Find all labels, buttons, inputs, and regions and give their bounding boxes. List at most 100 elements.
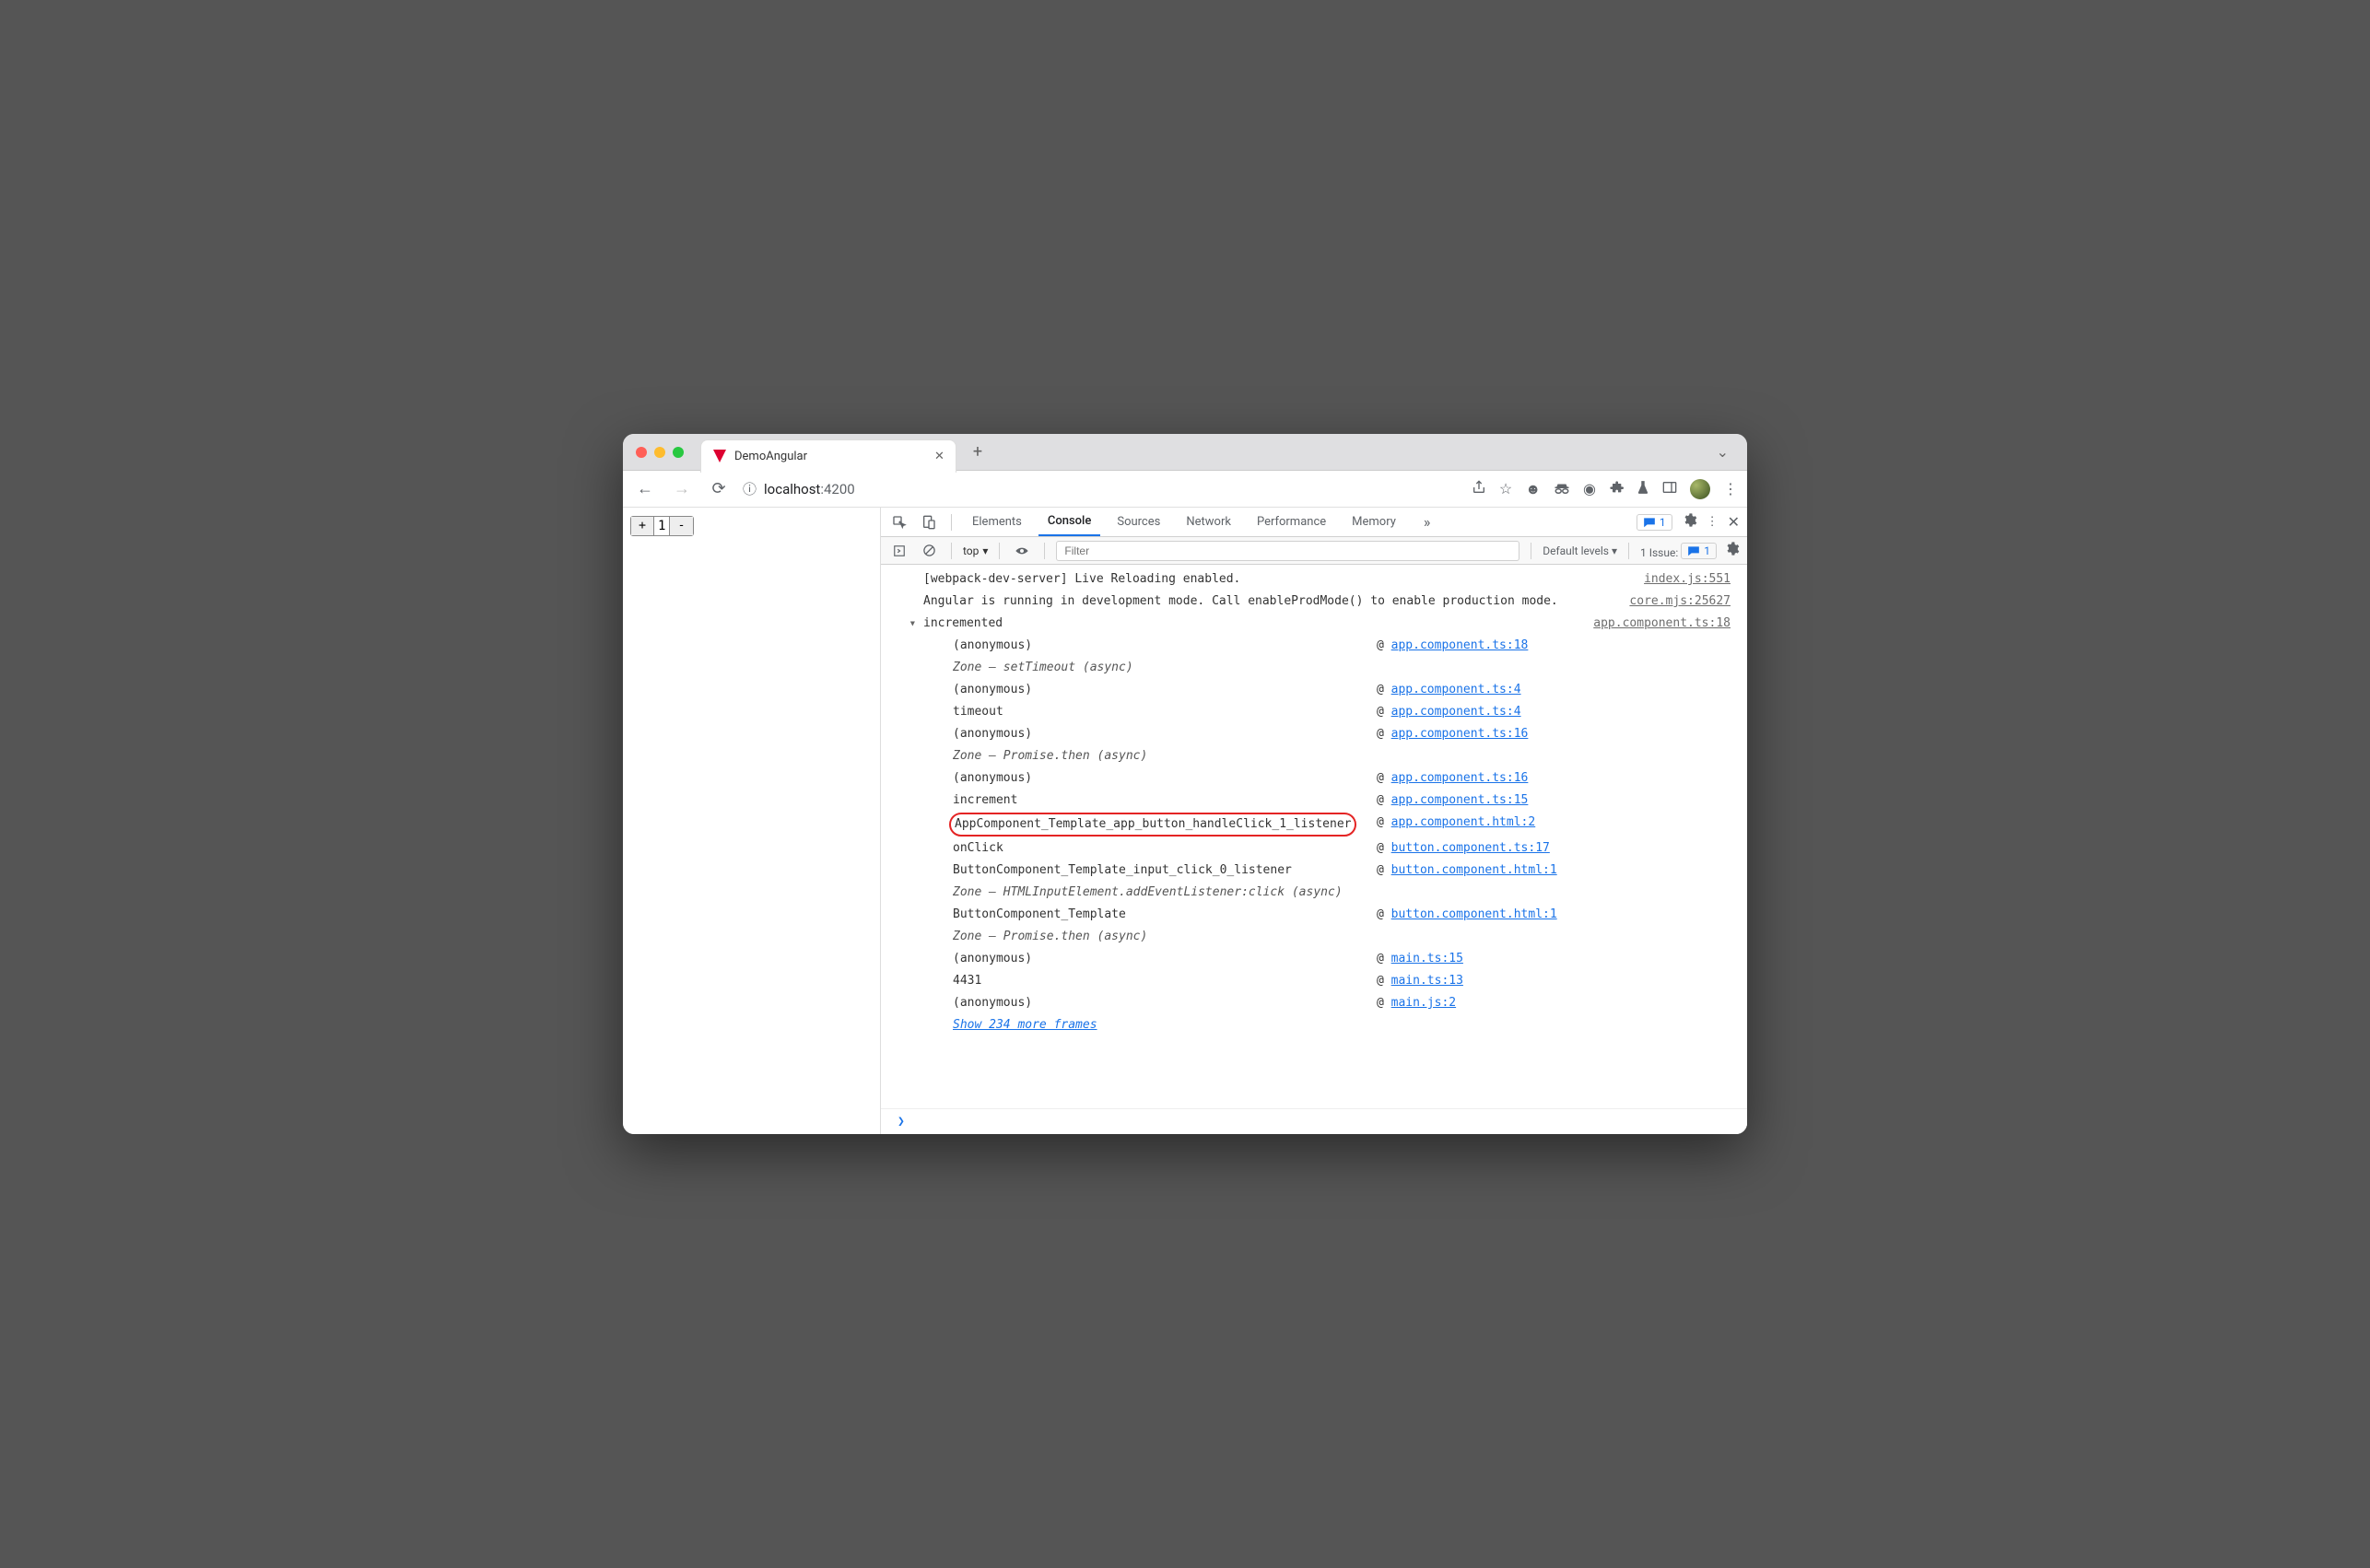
console-toolbar: top ▾ Default levels ▾ 1 Issue: 1 [881,537,1747,565]
filter-input[interactable] [1056,541,1519,561]
live-expression-icon[interactable] [1011,540,1033,562]
console-prompt[interactable]: ❯ [881,1108,1747,1134]
console-group[interactable]: incremented app.component.ts:18 [881,613,1747,635]
source-link[interactable]: app.component.ts:18 [1593,614,1731,634]
source-link[interactable]: main.ts:13 [1391,974,1463,988]
inspect-icon[interactable] [888,511,910,533]
devtools-panel: Elements Console Sources Network Perform… [881,508,1747,1134]
maximize-window-button[interactable] [673,447,684,458]
at-symbol: @ [1377,638,1391,652]
tabs-overflow-icon[interactable]: ⌄ [1711,443,1734,461]
frame-name: onClick [923,838,1366,859]
sidepanel-icon[interactable] [1662,480,1677,497]
stack-frame-zone: Zone — HTMLInputElement.addEventListener… [881,882,1747,904]
console-settings-icon[interactable] [1724,541,1740,560]
close-devtools-icon[interactable]: ✕ [1728,513,1740,531]
source-link[interactable]: core.mjs:25627 [1629,591,1731,612]
new-tab-button[interactable]: + [964,442,991,462]
clear-console-icon[interactable] [918,540,940,562]
close-tab-icon[interactable]: ✕ [934,450,944,463]
source-link[interactable]: app.component.html:2 [1391,815,1536,829]
extension-flask-icon[interactable] [1637,480,1649,498]
at-symbol: @ [1377,705,1391,719]
url-host: localhost [764,481,820,497]
tab-elements[interactable]: Elements [963,509,1031,535]
console-output: [webpack-dev-server] Live Reloading enab… [881,565,1747,1108]
source-link[interactable]: main.js:2 [1391,996,1456,1010]
log-levels-selector[interactable]: Default levels ▾ [1543,544,1617,557]
source-link[interactable]: index.js:551 [1644,569,1731,590]
tab-memory[interactable]: Memory [1343,509,1405,535]
source-link[interactable]: app.component.ts:15 [1391,793,1529,807]
stack-frame: (anonymous) @ main.ts:15 [881,948,1747,970]
content-area: + 1 - Elements Console Sources Network P… [623,508,1747,1134]
stack-frame: (anonymous)@ main.js:2 [881,992,1747,1014]
console-sidebar-icon[interactable] [888,540,910,562]
stack-frame: ButtonComponent_Template@ button.compone… [881,904,1747,926]
browser-tab[interactable]: DemoAngular ✕ [700,439,956,473]
frame-name: (anonymous) [923,949,1366,969]
log-entry: Angular is running in development mode. … [881,591,1747,613]
divider [951,514,952,531]
stack-frame: (anonymous) @ app.component.ts:4 [881,679,1747,701]
show-more-frames[interactable]: Show 234 more frames [881,1014,1747,1036]
extension-eye-icon[interactable]: ◉ [1583,480,1596,497]
site-info-icon[interactable]: ⓘ [743,479,757,498]
settings-icon[interactable] [1682,512,1697,532]
execution-context-selector[interactable]: top ▾ [963,544,988,557]
stack-frame: increment@ app.component.ts:15 [881,790,1747,812]
stack-frame-zone: Zone — setTimeout (async) [881,657,1747,679]
source-link[interactable]: main.ts:15 [1391,952,1463,965]
log-entry: [webpack-dev-server] Live Reloading enab… [881,568,1747,591]
tab-console[interactable]: Console [1038,508,1100,536]
stack-frames: (anonymous) @ app.component.ts:18 Zone — s… [881,635,1747,1014]
issues-label: 1 Issue: 1 [1640,543,1717,559]
tab-performance[interactable]: Performance [1248,509,1335,535]
forward-button[interactable]: → [669,479,695,498]
decrement-button[interactable]: - [669,517,692,535]
frame-name: (anonymous) [923,680,1366,700]
tabs-overflow-icon[interactable]: » [1418,513,1437,531]
stack-frame: onClick @ button.component.ts:17 [881,837,1747,860]
angular-icon [712,449,727,463]
source-link[interactable]: button.component.ts:17 [1391,841,1550,855]
url-port: :4200 [820,481,854,497]
counter-value: 1 [654,517,669,535]
increment-button[interactable]: + [631,517,654,535]
issues-chip[interactable]: 1 [1681,543,1717,559]
frame-name: ButtonComponent_Template_input_click_0_l… [923,860,1366,881]
messages-chip[interactable]: 1 [1637,514,1672,531]
at-symbol: @ [1377,841,1391,855]
extension-skull-icon[interactable]: ☻ [1525,480,1541,498]
back-button[interactable]: ← [632,479,658,498]
close-window-button[interactable] [636,447,647,458]
source-link[interactable]: app.component.ts:18 [1391,638,1529,652]
stack-frame: (anonymous)@ app.component.ts:16 [881,767,1747,790]
url-field[interactable]: ⓘ localhost:4200 [743,479,1461,498]
tab-sources[interactable]: Sources [1108,509,1169,535]
tab-network[interactable]: Network [1177,509,1240,535]
source-link[interactable]: button.component.html:1 [1391,907,1557,921]
source-link[interactable]: app.component.ts:4 [1391,705,1521,719]
devtools-menu-icon[interactable]: ⋮ [1707,515,1719,529]
extensions-icon[interactable] [1609,480,1624,498]
reload-button[interactable]: ⟳ [706,479,732,498]
source-link[interactable]: app.component.ts:16 [1391,771,1529,785]
bookmark-icon[interactable]: ☆ [1499,480,1512,497]
source-link[interactable]: button.component.html:1 [1391,863,1557,877]
source-link[interactable]: app.component.ts:16 [1391,727,1529,741]
source-link[interactable]: app.component.ts:4 [1391,683,1521,696]
stack-frame-zone: Zone — Promise.then (async) [881,745,1747,767]
frame-name: AppComponent_Template_app_button_handleC… [923,813,1366,837]
chrome-menu-icon[interactable]: ⋮ [1723,480,1738,497]
window-controls [636,447,684,458]
frame-name: (anonymous) [923,724,1366,744]
device-toggle-icon[interactable] [918,511,940,533]
minimize-window-button[interactable] [654,447,665,458]
at-symbol: @ [1377,952,1391,965]
share-icon[interactable] [1472,480,1486,498]
incognito-icon[interactable] [1554,480,1570,497]
profile-avatar[interactable] [1690,479,1710,499]
at-symbol: @ [1377,683,1391,696]
at-symbol: @ [1377,815,1391,829]
